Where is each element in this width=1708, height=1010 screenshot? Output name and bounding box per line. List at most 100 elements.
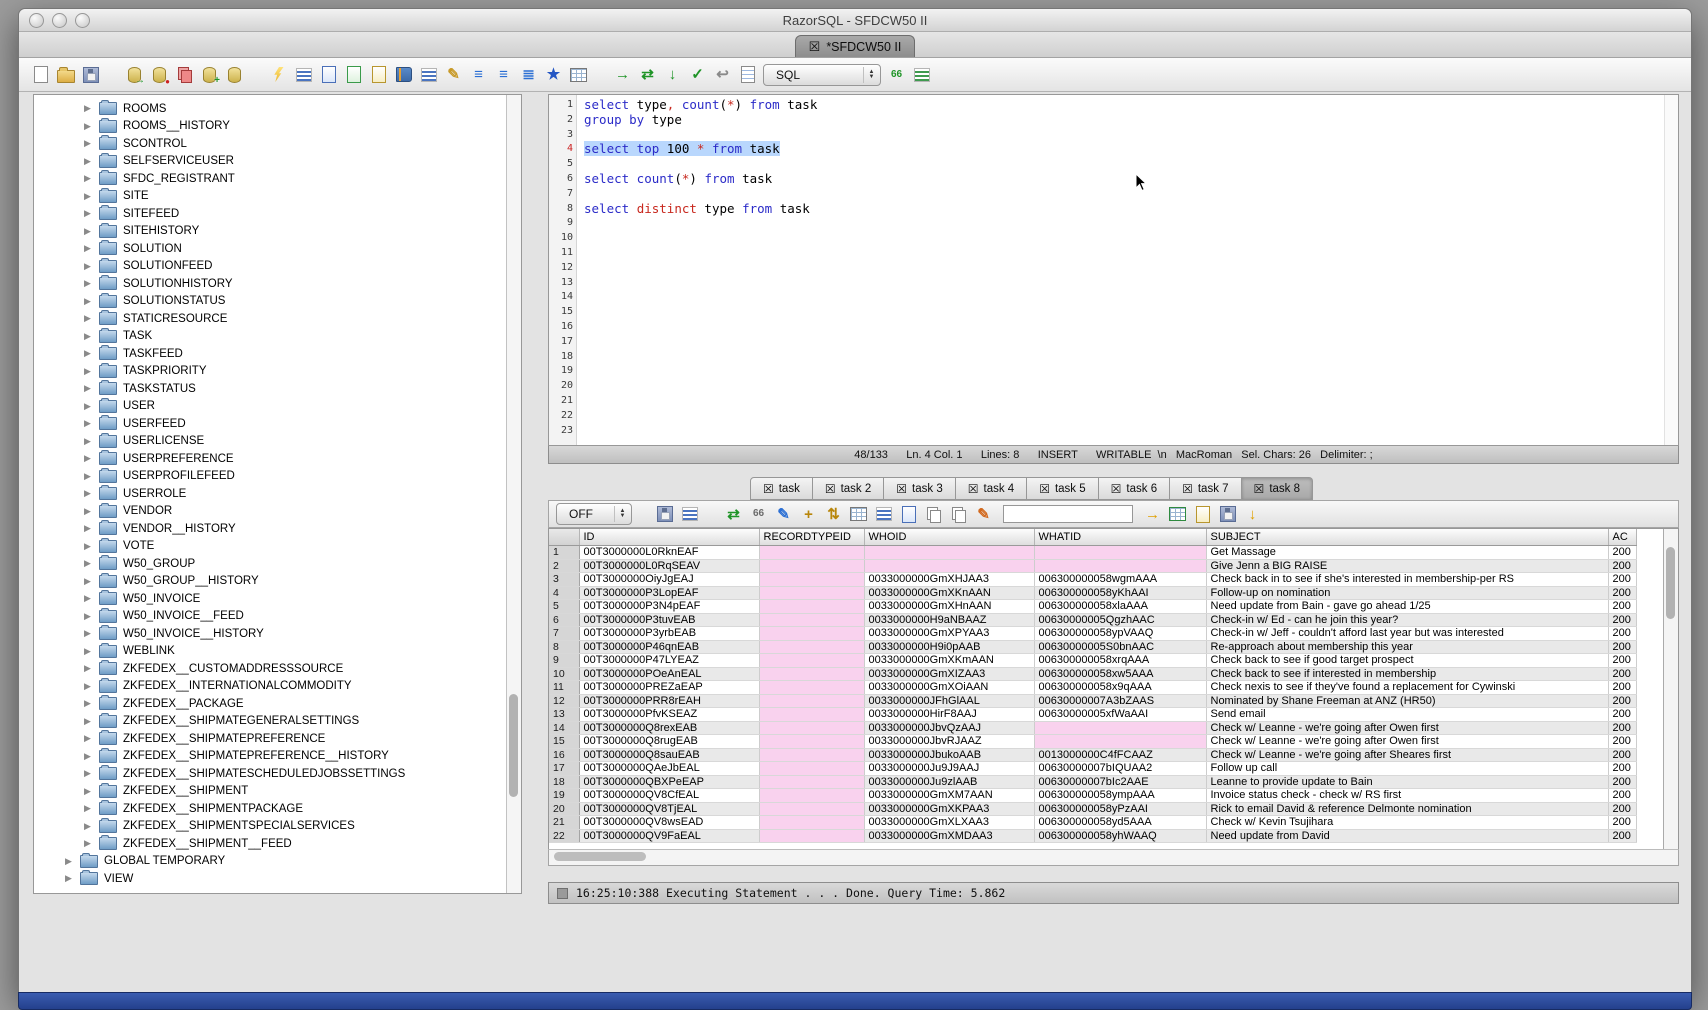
table-cell[interactable]: 00T3000000Q8sauEAB bbox=[579, 748, 759, 762]
table-cell[interactable]: 00630000005S0bnAAC bbox=[1034, 640, 1206, 654]
table-cell[interactable]: Send email bbox=[1206, 708, 1608, 722]
table-cell[interactable]: 200 bbox=[1608, 667, 1636, 681]
tree-item-taskpriority[interactable]: ▶TASKPRIORITY bbox=[34, 363, 506, 381]
table-cell[interactable]: 0033000000GmXKnAAN bbox=[864, 586, 1034, 600]
disclosure-triangle-icon[interactable]: ▶ bbox=[84, 103, 99, 114]
table-row[interactable]: 1900T3000000QV8CfEAL0033000000GmXM7AAN00… bbox=[549, 789, 1636, 803]
table-cell[interactable]: 200 bbox=[1608, 559, 1636, 573]
code-line[interactable] bbox=[584, 187, 1664, 202]
table-cell[interactable]: 00630000007A3bZAAS bbox=[1034, 694, 1206, 708]
copy-with-headers-icon[interactable] bbox=[849, 505, 868, 524]
disclosure-triangle-icon[interactable]: ▶ bbox=[84, 383, 99, 394]
disclosure-triangle-icon[interactable]: ▶ bbox=[84, 698, 99, 709]
table-cell[interactable]: 200 bbox=[1608, 789, 1636, 803]
tree-item-zkfedex__customaddresssource[interactable]: ▶ZKFEDEX__CUSTOMADDRESSSOURCE bbox=[34, 660, 506, 678]
table-cell[interactable]: 0033000000HirF8AAJ bbox=[864, 708, 1034, 722]
table-row[interactable]: 800T3000000P46qnEAB0033000000H9i0pAAB006… bbox=[549, 640, 1636, 654]
tree-item-task[interactable]: ▶TASK bbox=[34, 328, 506, 346]
table-cell[interactable]: Check w/ Kevin Tsujihara bbox=[1206, 816, 1608, 830]
results-tab-task[interactable]: ☒task bbox=[750, 477, 813, 500]
table-cell[interactable]: 0033000000GmXKmAAN bbox=[864, 654, 1034, 668]
table-cell[interactable]: 00T3000000OiyJgEAJ bbox=[579, 573, 759, 587]
results-vertical-scrollbar[interactable] bbox=[1663, 529, 1678, 849]
table-row[interactable]: 700T3000000P3yrbEAB0033000000GmXPYAA3006… bbox=[549, 627, 1636, 641]
disclosure-triangle-icon[interactable]: ▶ bbox=[84, 523, 99, 534]
table-cell[interactable]: 200 bbox=[1608, 546, 1636, 560]
table-cell[interactable]: 006300000058wgmAAA bbox=[1034, 573, 1206, 587]
table-cell[interactable]: 200 bbox=[1608, 613, 1636, 627]
table-cell[interactable] bbox=[759, 667, 864, 681]
table-cell[interactable]: 200 bbox=[1608, 600, 1636, 614]
row-number-cell[interactable]: 18 bbox=[549, 775, 579, 789]
table-row[interactable]: 1800T3000000QBXPeEAP0033000000Ju9zlAAB00… bbox=[549, 775, 1636, 789]
tree-item-zkfedex__shipmatescheduledjobssettings[interactable]: ▶ZKFEDEX__SHIPMATESCHEDULEDJOBSSETTINGS bbox=[34, 765, 506, 783]
table-cell[interactable]: 00T3000000PREZaEAP bbox=[579, 681, 759, 695]
disclosure-triangle-icon[interactable]: ▶ bbox=[84, 488, 99, 499]
table-cell[interactable]: Give Jenn a BIG RAISE bbox=[1206, 559, 1608, 573]
table-cell[interactable] bbox=[759, 802, 864, 816]
table-row[interactable]: 1400T3000000Q8rexEAB0033000000JbvQzAAJCh… bbox=[549, 721, 1636, 735]
tree-item-sitehistory[interactable]: ▶SITEHISTORY bbox=[34, 223, 506, 241]
table-cell[interactable] bbox=[759, 681, 864, 695]
row-number-cell[interactable]: 16 bbox=[549, 748, 579, 762]
table-cell[interactable]: 00T3000000Q8rexEAB bbox=[579, 721, 759, 735]
table-row[interactable]: 1200T3000000PRR8rEAH0033000000JFhGlAAL00… bbox=[549, 694, 1636, 708]
tree-item-taskstatus[interactable]: ▶TASKSTATUS bbox=[34, 380, 506, 398]
tree-item-w50_group__history[interactable]: ▶W50_GROUP__HISTORY bbox=[34, 573, 506, 591]
tree-item-global temporary[interactable]: ▶GLOBAL TEMPORARY bbox=[34, 853, 506, 871]
tree-item-w50_invoice[interactable]: ▶W50_INVOICE bbox=[34, 590, 506, 608]
table-cell[interactable]: Follow up call bbox=[1206, 762, 1608, 776]
database-icon[interactable] bbox=[225, 65, 244, 84]
disclosure-triangle-icon[interactable]: ▶ bbox=[84, 331, 99, 342]
stepper-arrows-icon[interactable]: ▲▼ bbox=[614, 506, 628, 522]
table-cell[interactable] bbox=[864, 546, 1034, 560]
results-tab-task-5[interactable]: ☒task 5 bbox=[1027, 477, 1098, 500]
copy-connection-icon[interactable] bbox=[175, 65, 194, 84]
download-results-icon[interactable]: ↓ bbox=[1243, 505, 1262, 524]
table-cell[interactable]: 0033000000Ju9zlAAB bbox=[864, 775, 1034, 789]
title-bar[interactable]: RazorSQL - SFDCW50 II bbox=[19, 9, 1691, 32]
table-row[interactable]: 400T3000000P3LopEAF0033000000GmXKnAAN006… bbox=[549, 586, 1636, 600]
tree-item-zkfedex__shipmatepreference[interactable]: ▶ZKFEDEX__SHIPMATEPREFERENCE bbox=[34, 730, 506, 748]
row-number-cell[interactable]: 19 bbox=[549, 789, 579, 803]
disclosure-triangle-icon[interactable]: ▶ bbox=[84, 471, 99, 482]
edit-tool-icon[interactable]: ✎ bbox=[444, 65, 463, 84]
table-cell[interactable]: 0033000000JbvQzAAJ bbox=[864, 721, 1034, 735]
row-number-cell[interactable]: 6 bbox=[549, 613, 579, 627]
code-line[interactable] bbox=[584, 128, 1664, 143]
save-file-icon[interactable] bbox=[81, 65, 100, 84]
highlight-pen-icon[interactable]: ✎ bbox=[974, 505, 993, 524]
row-number-header[interactable] bbox=[549, 529, 579, 546]
table-cell[interactable]: Check back to see if good target prospec… bbox=[1206, 654, 1608, 668]
table-cell[interactable]: 0033000000GmXKPAA3 bbox=[864, 802, 1034, 816]
tree-item-zkfedex__shipment[interactable]: ▶ZKFEDEX__SHIPMENT bbox=[34, 783, 506, 801]
results-mode-select[interactable]: OFF ▲▼ bbox=[556, 503, 632, 525]
tree-item-rooms[interactable]: ▶ROOMS bbox=[34, 100, 506, 118]
table-cell[interactable]: Check w/ Leanne - we're going after Owen… bbox=[1206, 735, 1608, 749]
table-cell[interactable]: 00T3000000P3N4pEAF bbox=[579, 600, 759, 614]
table-cell[interactable]: 00T3000000P3LopEAF bbox=[579, 586, 759, 600]
disclosure-triangle-icon[interactable]: ▶ bbox=[84, 401, 99, 412]
row-number-cell[interactable]: 8 bbox=[549, 640, 579, 654]
tree-item-scontrol[interactable]: ▶SCONTROL bbox=[34, 135, 506, 153]
disclosure-triangle-icon[interactable]: ▶ bbox=[84, 261, 99, 272]
disclosure-triangle-icon[interactable]: ▶ bbox=[84, 453, 99, 464]
tree-item-weblink[interactable]: ▶WEBLINK bbox=[34, 643, 506, 661]
results-tab-task-4[interactable]: ☒task 4 bbox=[956, 477, 1027, 500]
row-number-cell[interactable]: 4 bbox=[549, 586, 579, 600]
describe-table-icon[interactable] bbox=[294, 65, 313, 84]
table-row[interactable]: 2000T3000000QV8TjEAL0033000000GmXKPAA300… bbox=[549, 802, 1636, 816]
table-row[interactable]: 200T3000000L0RqSEAVGive Jenn a BIG RAISE… bbox=[549, 559, 1636, 573]
disconnect-database-icon[interactable] bbox=[150, 65, 169, 84]
table-cell[interactable]: 200 bbox=[1608, 586, 1636, 600]
sql-history-icon[interactable] bbox=[738, 65, 757, 84]
table-cell[interactable]: 200 bbox=[1608, 775, 1636, 789]
column-header-whatid[interactable]: WHATID bbox=[1034, 529, 1206, 546]
table-row[interactable]: 600T3000000P3tuvEAB0033000000H9aNBAAZ006… bbox=[549, 613, 1636, 627]
row-number-cell[interactable]: 7 bbox=[549, 627, 579, 641]
disclosure-triangle-icon[interactable]: ▶ bbox=[84, 296, 99, 307]
table-cell[interactable]: 200 bbox=[1608, 681, 1636, 695]
column-header-id[interactable]: ID bbox=[579, 529, 759, 546]
connect-database-icon[interactable] bbox=[125, 65, 144, 84]
tree-item-vote[interactable]: ▶VOTE bbox=[34, 538, 506, 556]
